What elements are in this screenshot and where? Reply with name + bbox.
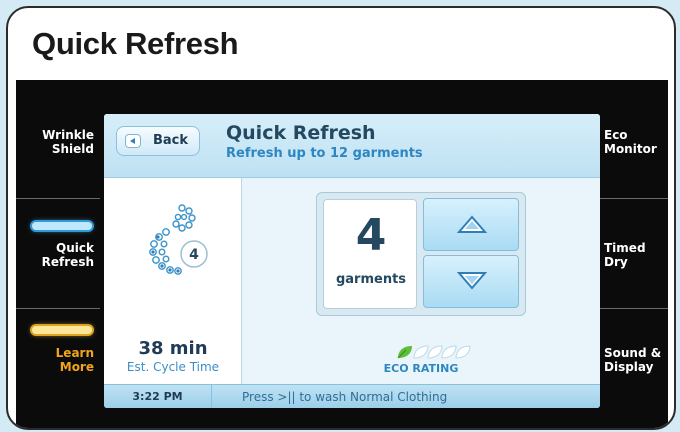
garment-stepper: 4 garments xyxy=(316,192,526,316)
garment-count-value: 4 xyxy=(355,210,387,261)
cycle-info-pane: 4 38 min Est. Cycle Time xyxy=(104,178,242,384)
cycle-time-value: 38 min xyxy=(138,338,208,359)
frame-title: Quick Refresh xyxy=(32,26,239,61)
cycle-icon-badge: 4 xyxy=(189,247,199,263)
active-indicator-pill xyxy=(32,222,92,230)
screen-header: Back Quick Refresh Refresh up to 12 garm… xyxy=(104,114,600,178)
menu-item-label: Eco Monitor xyxy=(604,128,657,156)
menu-item-label: Sound & Display xyxy=(604,346,662,374)
menu-item-wrinkle-shield[interactable]: Wrinkle Shield xyxy=(16,80,100,176)
back-button[interactable]: Back xyxy=(116,126,200,156)
learn-more-indicator-pill xyxy=(32,326,92,334)
display-screen: Back Quick Refresh Refresh up to 12 garm… xyxy=(104,114,600,408)
chevron-down-icon xyxy=(456,272,488,290)
status-message: Press >|| to wash Normal Clothing xyxy=(242,390,448,404)
clock-time: 3:22 PM xyxy=(104,385,212,408)
left-menu: Wrinkle Shield Quick Refresh Learn More xyxy=(16,80,100,428)
garment-count-unit: garments xyxy=(335,272,407,287)
garment-selector-pane: 4 garments ECO RATING xyxy=(242,178,600,384)
eco-rating-label: ECO RATING xyxy=(383,362,459,375)
cycle-time-caption: Est. Cycle Time xyxy=(126,360,220,374)
back-button-label: Back xyxy=(153,133,189,148)
menu-divider xyxy=(16,198,100,199)
garment-bubbles-icon: 4 xyxy=(149,204,208,275)
chevron-up-icon xyxy=(456,215,488,233)
menu-item-learn-more[interactable]: Learn More xyxy=(16,310,100,406)
decrease-button[interactable] xyxy=(423,255,519,308)
menu-item-label: Quick Refresh xyxy=(41,241,94,269)
status-bar: 3:22 PM Press >|| to wash Normal Clothin… xyxy=(104,384,600,408)
device-frame: Quick Refresh Wrinkle Shield Quick Refre… xyxy=(6,6,676,430)
control-panel: Wrinkle Shield Quick Refresh Learn More xyxy=(16,80,668,428)
menu-item-label: Wrinkle Shield xyxy=(42,128,94,156)
screen-title: Quick Refresh xyxy=(226,122,376,144)
increase-button[interactable] xyxy=(423,198,519,251)
menu-item-label: Timed Dry xyxy=(604,241,646,269)
menu-divider xyxy=(16,308,100,309)
menu-item-quick-refresh[interactable]: Quick Refresh xyxy=(16,200,100,296)
back-arrow-icon xyxy=(125,134,141,148)
eco-rating-leaves-icon xyxy=(397,345,471,359)
screen-subtitle: Refresh up to 12 garments xyxy=(226,146,423,161)
garment-count-display: 4 garments xyxy=(323,199,417,309)
menu-item-label: Learn More xyxy=(55,346,94,374)
